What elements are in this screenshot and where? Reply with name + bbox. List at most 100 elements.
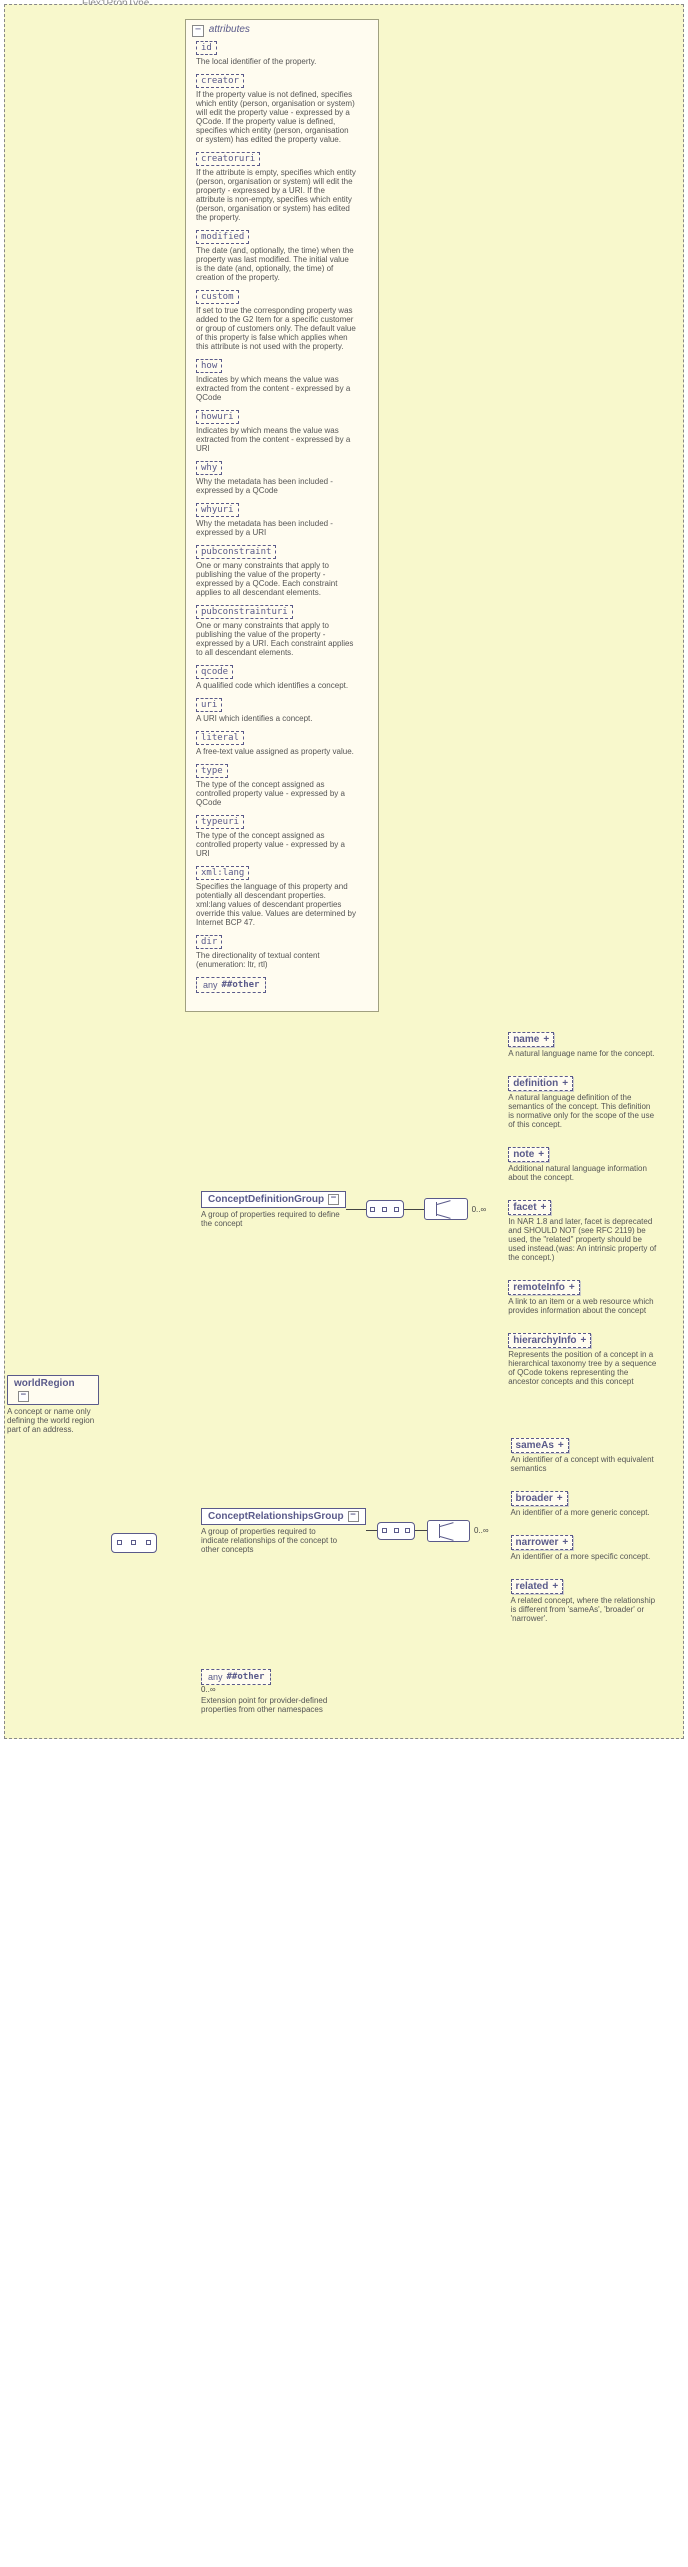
expand-icon[interactable]: + xyxy=(541,1202,547,1213)
child-element-item: sameAs + An identifier of a concept with e… xyxy=(511,1438,659,1473)
expand-icon[interactable]: + xyxy=(581,1335,587,1346)
root-element[interactable]: worldRegion − xyxy=(7,1375,99,1405)
concept-definition-group[interactable]: ConceptDefinitionGroup − xyxy=(201,1191,346,1208)
expand-icon[interactable]: + xyxy=(562,1537,568,1548)
attribute-label: how xyxy=(196,359,222,373)
cardinality: 0..∞ xyxy=(474,1526,489,1535)
element-box[interactable]: sameAs + xyxy=(511,1438,569,1453)
element-label: name xyxy=(513,1034,539,1045)
expand-icon[interactable]: + xyxy=(557,1493,563,1504)
child-element-item: definition+ A natural language definition… xyxy=(508,1076,658,1129)
attribute-label: typeuri xyxy=(196,815,244,829)
attribute-desc: Why the metadata has been included - exp… xyxy=(196,519,356,537)
connector xyxy=(346,1209,366,1210)
element-label: related xyxy=(516,1581,549,1592)
choice-compositor xyxy=(427,1520,470,1542)
element-desc: Additional natural language information … xyxy=(508,1164,658,1182)
connector xyxy=(415,1530,427,1531)
attribute-label: whyuri xyxy=(196,503,239,517)
element-box[interactable]: hierarchyInfo+ xyxy=(508,1333,591,1348)
element-box[interactable]: related+ xyxy=(511,1579,564,1594)
attribute-item: pubconstraint One or many constraints tha… xyxy=(196,545,372,597)
any-label: any xyxy=(203,980,218,990)
child-element-item: remoteInfo+ A link to an item or a web re… xyxy=(508,1280,658,1315)
expand-icon[interactable]: + xyxy=(558,1440,564,1451)
any-namespace: ##other xyxy=(227,1672,265,1682)
element-box[interactable]: name + xyxy=(508,1032,554,1047)
expand-icon[interactable]: + xyxy=(562,1078,568,1089)
collapse-icon[interactable]: − xyxy=(192,25,204,37)
attribute-item: creatoruriIf the attribute is empty, spe… xyxy=(196,152,372,222)
extension-any-row: any ##other 0..∞ Extension point for pro… xyxy=(201,1669,658,1714)
attribute-desc: One or many constraints that apply to pu… xyxy=(196,561,356,597)
attribute-item: modified The date (and, optionally, the t… xyxy=(196,230,372,282)
child-element-item: hierarchyInfo+Represents the position of… xyxy=(508,1333,658,1386)
attribute-item: howuriIndicates by which means the value… xyxy=(196,410,372,453)
attribute-desc: The type of the concept assigned as cont… xyxy=(196,780,356,807)
cardinality: 0..∞ xyxy=(201,1685,216,1694)
switch-icon xyxy=(436,1202,455,1216)
concept-definition-group-row: ConceptDefinitionGroup − A group of prop… xyxy=(201,1026,658,1392)
element-box[interactable]: definition+ xyxy=(508,1076,573,1091)
choice-compositor xyxy=(424,1198,468,1220)
attribute-label: why xyxy=(196,461,222,475)
attribute-desc: A qualified code which identifies a conc… xyxy=(196,681,356,690)
attribute-item: customIf set to true the corresponding p… xyxy=(196,290,372,351)
attribute-item: typeuri The type of the concept assigned … xyxy=(196,815,372,858)
sequence-compositor xyxy=(111,1533,157,1553)
cardinality: 0..∞ xyxy=(472,1205,487,1214)
element-label: sameAs xyxy=(516,1440,554,1451)
collapse-icon[interactable]: − xyxy=(328,1194,339,1205)
any-namespace: ##other xyxy=(222,980,260,990)
any-label: any xyxy=(208,1672,223,1682)
attribute-label: pubconstraint xyxy=(196,545,276,559)
expand-icon[interactable]: + xyxy=(538,1149,544,1160)
attribute-desc: The date (and, optionally, the time) whe… xyxy=(196,246,356,282)
attribute-label: howuri xyxy=(196,410,239,424)
attribute-desc: The local identifier of the property. xyxy=(196,57,356,66)
element-box[interactable]: remoteInfo+ xyxy=(508,1280,580,1295)
concept-relationships-group[interactable]: ConceptRelationshipsGroup − xyxy=(201,1508,366,1525)
canvas: worldRegion − A concept or name only def… xyxy=(4,4,684,1739)
element-box[interactable]: narrower+ xyxy=(511,1535,574,1550)
child-element-item: name+A natural language name for the con… xyxy=(508,1032,658,1058)
element-box[interactable]: broader + xyxy=(511,1491,568,1506)
element-desc: A related concept, where the relationshi… xyxy=(511,1596,659,1623)
element-desc: In NAR 1.8 and later, facet is deprecate… xyxy=(508,1217,658,1262)
concept-relationships-group-row: ConceptRelationshipsGroup − A group of p… xyxy=(201,1432,658,1629)
element-label: note xyxy=(513,1149,534,1160)
attribute-item: id The local identifier of the property. xyxy=(196,41,372,66)
root-element-label: worldRegion xyxy=(14,1378,75,1389)
element-box[interactable]: facet + xyxy=(508,1200,551,1215)
attribute-desc: One or many constraints that apply to pu… xyxy=(196,621,356,657)
attribute-item: whyuri Why the metadata has been included… xyxy=(196,503,372,537)
collapse-icon[interactable]: − xyxy=(348,1511,359,1522)
expand-icon[interactable]: + xyxy=(569,1282,575,1293)
expand-icon[interactable]: + xyxy=(543,1034,549,1045)
attribute-desc: Specifies the language of this property … xyxy=(196,882,356,927)
attribute-label: pubconstrainturi xyxy=(196,605,293,619)
element-box[interactable]: note + xyxy=(508,1147,549,1162)
attribute-label: xml:lang xyxy=(196,866,249,880)
attribute-item: literalA free-text value assigned as pro… xyxy=(196,731,372,756)
element-desc: An identifier of a concept with equivale… xyxy=(511,1455,659,1473)
attribute-item: typeThe type of the concept assigned as … xyxy=(196,764,372,807)
attribute-desc: The type of the concept assigned as cont… xyxy=(196,831,356,858)
element-desc: A natural language definition of the sem… xyxy=(508,1093,658,1129)
attribute-label: dir xyxy=(196,935,222,949)
any-attribute: any ##other xyxy=(196,977,266,993)
element-label: broader xyxy=(516,1493,553,1504)
element-desc: A link to an item or a web resource whic… xyxy=(508,1297,658,1315)
group-label: ConceptDefinitionGroup xyxy=(208,1194,324,1205)
expand-icon[interactable]: + xyxy=(552,1581,558,1592)
attribute-item: pubconstrainturi One or many constraints … xyxy=(196,605,372,657)
attribute-desc: The directionality of textual content (e… xyxy=(196,951,356,969)
collapse-icon[interactable]: − xyxy=(18,1391,29,1402)
attribute-item: qcode A qualified code which identifies a… xyxy=(196,665,372,690)
attribute-label: modified xyxy=(196,230,249,244)
attribute-label: qcode xyxy=(196,665,233,679)
attribute-desc: If set to true the corresponding propert… xyxy=(196,306,356,351)
root-element-desc: A concept or name only defining the worl… xyxy=(7,1407,95,1434)
element-label: facet xyxy=(513,1202,536,1213)
attribute-label: id xyxy=(196,41,217,55)
